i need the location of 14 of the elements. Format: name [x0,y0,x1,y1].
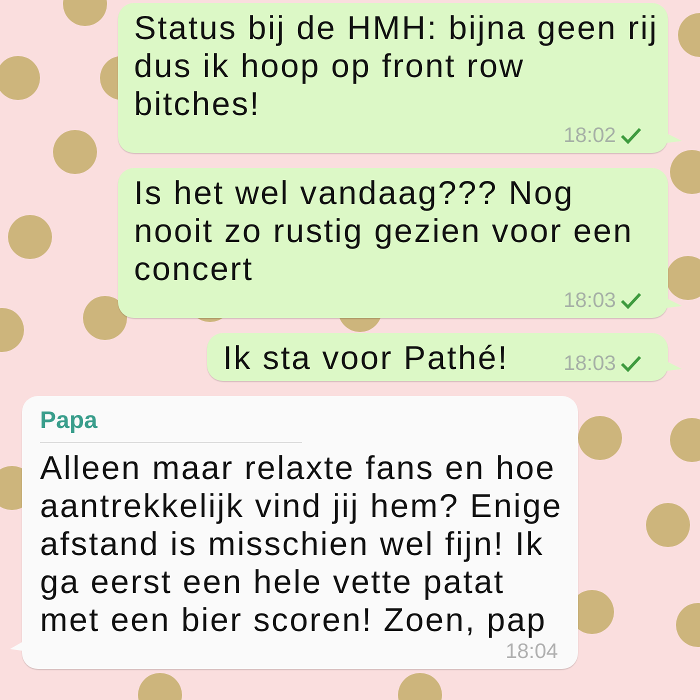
message-text: Ik sta voor Pathé! [223,339,509,377]
message-text: Alleen maar relaxte fans en hoe aantrekkelijk vind jij hem? Enige afstand is misschien wel fijn! Ik ga eerst een hele vette patat met een bier scoren! Zoen, pap [40,449,564,639]
wallpaper-dot [578,416,622,460]
message-text: Status bij de HMH: bijna geen rij dus ik hoop op front row bitches! [134,9,660,123]
wallpaper-dot [53,130,97,174]
wallpaper-dot [8,215,52,259]
message-time: 18:03 [563,351,616,377]
message-time: 18:03 [563,288,616,314]
wallpaper-dot [646,503,690,547]
message-time: 18:02 [563,123,616,149]
message-text: Is het wel vandaag??? Nog nooit zo rustig gezien voor een concert [134,174,634,288]
wallpaper-dot [83,296,127,340]
sender-name: Papa [40,406,98,436]
message-time: 18:04 [505,639,558,665]
